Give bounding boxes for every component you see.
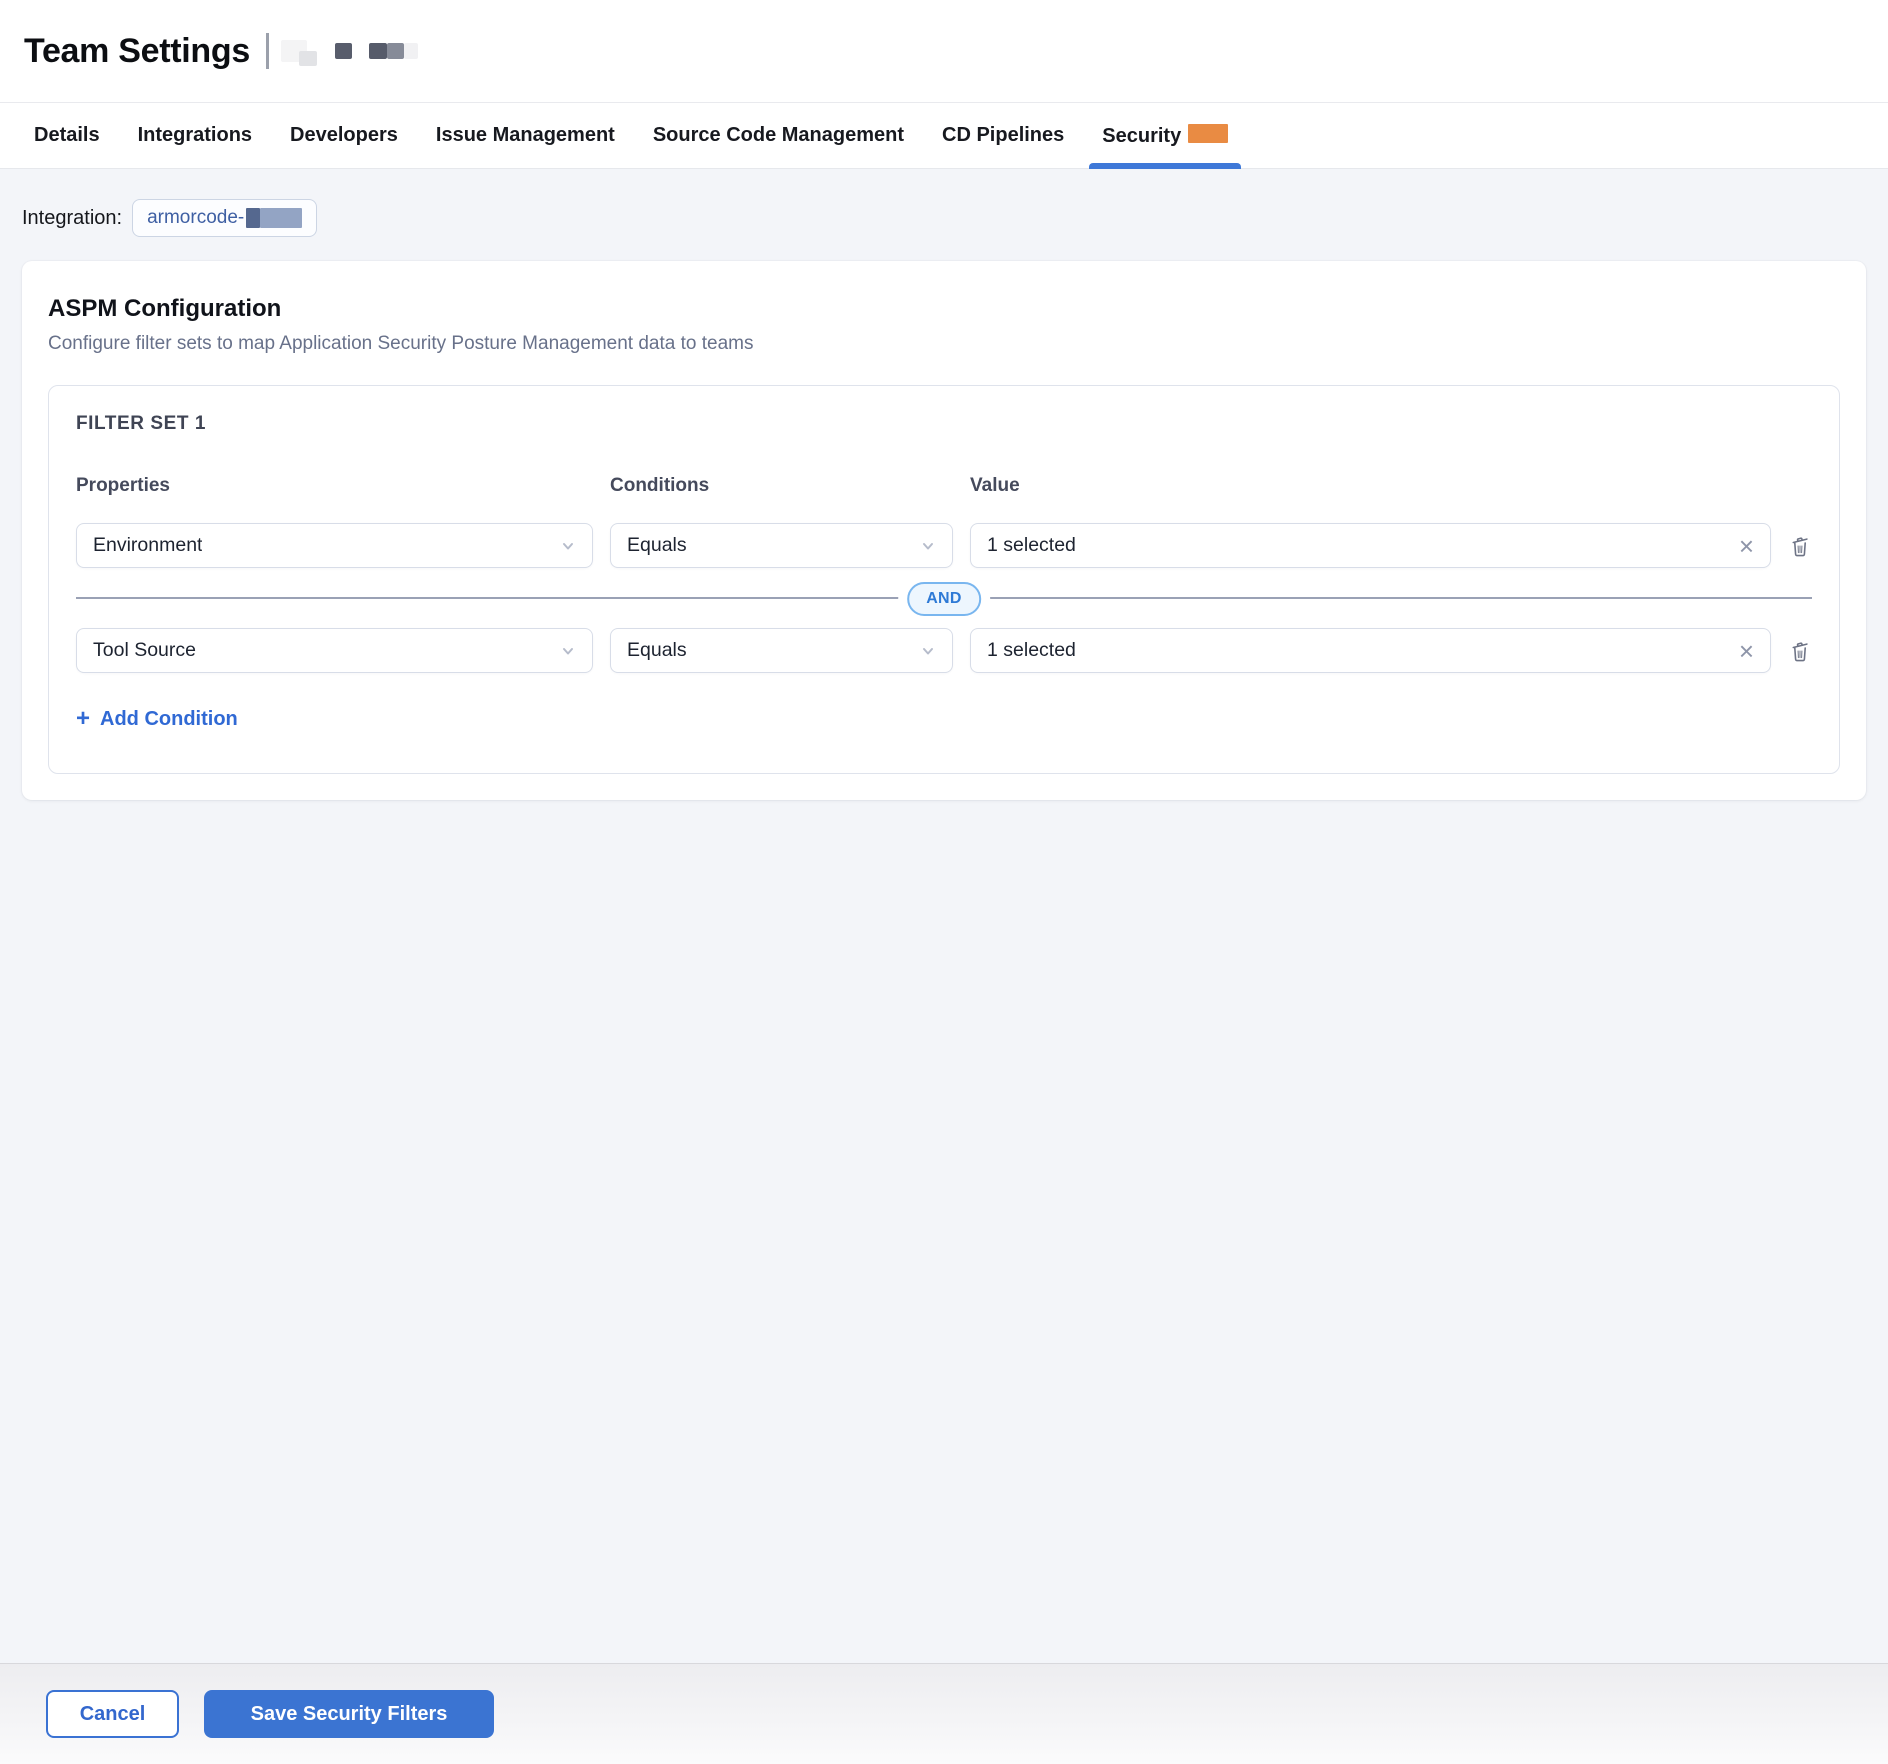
title-meta-redacted	[266, 33, 418, 69]
tab-label: Integrations	[138, 124, 252, 147]
aspm-configuration-card: ASPM Configuration Configure filter sets…	[22, 261, 1866, 800]
cancel-button[interactable]: Cancel	[46, 1690, 179, 1738]
condition-select[interactable]: Equals	[610, 628, 953, 673]
condition-select-value: Equals	[627, 639, 687, 662]
title-separator	[266, 33, 269, 69]
value-multiselect[interactable]: 1 selected ×	[970, 523, 1771, 568]
chevron-down-icon	[918, 536, 938, 556]
redacted-block	[246, 208, 260, 228]
content-area: Integration: armorcode- ASPM Configurati…	[0, 169, 1888, 1663]
tab-label: Issue Management	[436, 124, 615, 147]
tab-source-code-management[interactable]: Source Code Management	[640, 103, 917, 168]
active-tab-indicator	[1089, 163, 1241, 169]
chevron-down-icon	[558, 536, 578, 556]
chevron-down-icon	[918, 641, 938, 661]
condition-select-value: Equals	[627, 534, 687, 557]
property-select-value: Environment	[93, 534, 202, 557]
tab-developers[interactable]: Developers	[277, 103, 411, 168]
trash-icon	[1788, 639, 1812, 663]
tab-integrations[interactable]: Integrations	[125, 103, 265, 168]
tab-security[interactable]: Security	[1089, 103, 1241, 168]
redacted-block	[335, 43, 352, 59]
integration-row: Integration: armorcode-	[0, 169, 1888, 237]
delete-condition-button[interactable]	[1788, 534, 1812, 558]
filter-set-title: FILTER SET 1	[76, 413, 1812, 435]
card-subtitle: Configure filter sets to map Application…	[48, 333, 1840, 355]
tab-issue-management[interactable]: Issue Management	[423, 103, 628, 168]
tab-label: Security	[1102, 125, 1181, 148]
plus-icon: +	[76, 707, 90, 731]
integration-chip[interactable]: armorcode-	[132, 199, 317, 237]
tab-label: CD Pipelines	[942, 124, 1064, 147]
tab-label: Details	[34, 124, 100, 147]
tab-cd-pipelines[interactable]: CD Pipelines	[929, 103, 1077, 168]
save-security-filters-button[interactable]: Save Security Filters	[204, 1690, 494, 1738]
integration-value-prefix: armorcode-	[147, 207, 244, 229]
property-select[interactable]: Environment	[76, 523, 593, 568]
page-title: Team Settings	[24, 32, 250, 71]
and-operator-pill[interactable]: AND	[907, 582, 981, 616]
integration-label: Integration:	[22, 207, 122, 230]
add-condition-button[interactable]: + Add Condition	[76, 707, 238, 731]
condition-divider: AND	[76, 597, 1812, 599]
redacted-block	[260, 208, 302, 228]
tab-bar: Details Integrations Developers Issue Ma…	[0, 102, 1888, 169]
value-selected-count: 1 selected	[987, 534, 1076, 557]
tab-details[interactable]: Details	[21, 103, 113, 168]
clear-selection-icon[interactable]: ×	[1737, 638, 1756, 664]
redacted-block	[404, 43, 418, 59]
redacted-block	[387, 43, 404, 59]
column-header-value: Value	[970, 475, 1771, 523]
clear-selection-icon[interactable]: ×	[1737, 533, 1756, 559]
property-select[interactable]: Tool Source	[76, 628, 593, 673]
column-header-properties: Properties	[76, 475, 593, 523]
tab-label: Developers	[290, 124, 398, 147]
filter-set-1: FILTER SET 1 Properties Conditions Value…	[48, 385, 1840, 774]
filter-grid: Properties Conditions Value Environment …	[76, 475, 1812, 673]
property-select-value: Tool Source	[93, 639, 196, 662]
app-header: Team Settings	[0, 0, 1888, 102]
trash-icon	[1788, 534, 1812, 558]
value-multiselect[interactable]: 1 selected ×	[970, 628, 1771, 673]
add-condition-label: Add Condition	[100, 708, 238, 731]
column-header-spacer	[1788, 486, 1812, 512]
footer-action-bar: Cancel Save Security Filters	[0, 1663, 1888, 1764]
column-header-conditions: Conditions	[610, 475, 953, 523]
card-title: ASPM Configuration	[48, 295, 1840, 323]
condition-select[interactable]: Equals	[610, 523, 953, 568]
redacted-badge	[1188, 124, 1228, 143]
redacted-block	[299, 51, 317, 66]
value-selected-count: 1 selected	[987, 639, 1076, 662]
redacted-block	[369, 43, 387, 59]
chevron-down-icon	[558, 641, 578, 661]
delete-condition-button[interactable]	[1788, 639, 1812, 663]
tab-label: Source Code Management	[653, 124, 904, 147]
